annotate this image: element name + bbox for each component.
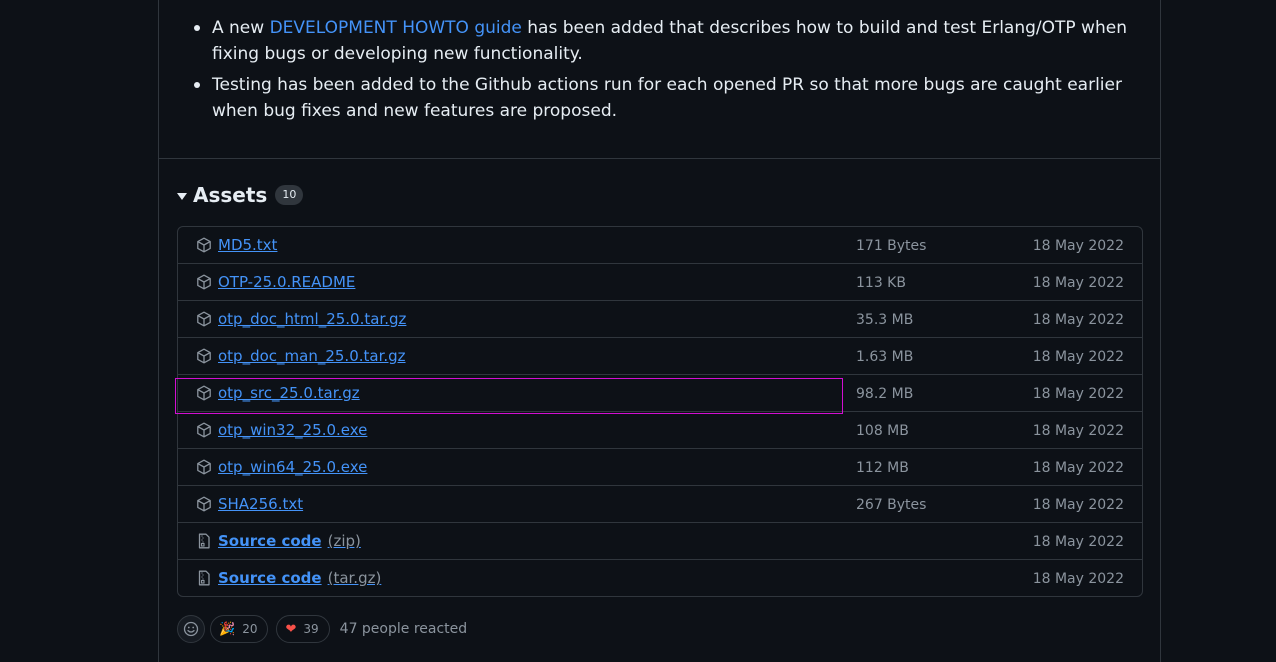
asset-row: otp_doc_html_25.0.tar.gz 35.3 MB 18 May … <box>178 301 1142 338</box>
asset-date: 18 May 2022 <box>1032 238 1124 254</box>
asset-row: SHA256.txt 267 Bytes 18 May 2022 <box>178 486 1142 523</box>
asset-link[interactable]: MD5.txt <box>218 236 277 254</box>
asset-row: otp_win64_25.0.exe 112 MB 18 May 2022 <box>178 449 1142 486</box>
asset-date: 18 May 2022 <box>1032 571 1124 587</box>
asset-date: 18 May 2022 <box>1032 534 1124 550</box>
asset-date: 18 May 2022 <box>1032 497 1124 513</box>
assets-toggle[interactable]: Assets 10 <box>177 180 304 210</box>
asset-size: 98.2 MB <box>856 386 914 402</box>
package-icon <box>197 459 211 475</box>
package-icon <box>197 237 211 253</box>
asset-row: otp_src_25.0.tar.gz 98.2 MB 18 May 2022 <box>178 375 1142 412</box>
source-code-label: Source code <box>218 569 322 587</box>
reaction-heart-button[interactable]: ❤ 39 <box>276 615 330 643</box>
asset-row: OTP-25.0.README 113 KB 18 May 2022 <box>178 264 1142 301</box>
asset-size: 1.63 MB <box>856 349 914 365</box>
asset-row: Source code (tar.gz) 18 May 2022 <box>178 560 1142 596</box>
asset-link[interactable]: otp_win32_25.0.exe <box>218 421 367 439</box>
package-icon <box>197 348 211 364</box>
asset-size: 35.3 MB <box>856 312 914 328</box>
reaction-count: 20 <box>242 622 258 636</box>
development-howto-link[interactable]: DEVELOPMENT HOWTO guide <box>270 18 522 38</box>
notes-text: A new <box>212 18 270 38</box>
reactions-bar: 🎉 20 ❤ 39 47 people reacted <box>177 615 467 643</box>
asset-date: 18 May 2022 <box>1032 349 1124 365</box>
smiley-icon <box>183 621 199 637</box>
assets-count-badge: 10 <box>275 185 304 205</box>
asset-date: 18 May 2022 <box>1032 386 1124 402</box>
notes-item: A new DEVELOPMENT HOWTO guide has been a… <box>194 15 1152 67</box>
release-card: A new DEVELOPMENT HOWTO guide has been a… <box>158 0 1161 662</box>
asset-size: 267 Bytes <box>856 497 927 513</box>
source-code-zip-link[interactable]: Source code (zip) <box>218 532 361 550</box>
source-code-format: (tar.gz) <box>327 569 382 587</box>
asset-link[interactable]: otp_win64_25.0.exe <box>218 458 367 476</box>
asset-link[interactable]: otp_doc_man_25.0.tar.gz <box>218 347 406 365</box>
file-zip-icon <box>198 570 210 586</box>
assets-list: MD5.txt 171 Bytes 18 May 2022 OTP-25.0.R… <box>177 226 1143 597</box>
package-icon <box>197 422 211 438</box>
asset-date: 18 May 2022 <box>1032 460 1124 476</box>
asset-row: otp_win32_25.0.exe 108 MB 18 May 2022 <box>178 412 1142 449</box>
heart-icon: ❤ <box>285 621 297 637</box>
asset-row: otp_doc_man_25.0.tar.gz 1.63 MB 18 May 2… <box>178 338 1142 375</box>
asset-size: 113 KB <box>856 275 906 291</box>
asset-row: MD5.txt 171 Bytes 18 May 2022 <box>178 227 1142 264</box>
package-icon <box>197 496 211 512</box>
release-notes: A new DEVELOPMENT HOWTO guide has been a… <box>159 0 1160 159</box>
asset-size: 171 Bytes <box>856 238 927 254</box>
asset-date: 18 May 2022 <box>1032 275 1124 291</box>
tada-icon: 🎉 <box>219 621 236 637</box>
assets-title: Assets <box>193 183 268 207</box>
source-code-targz-link[interactable]: Source code (tar.gz) <box>218 569 381 587</box>
source-code-format: (zip) <box>327 532 361 550</box>
package-icon <box>197 311 211 327</box>
asset-size: 108 MB <box>856 423 909 439</box>
reaction-count: 39 <box>303 622 319 636</box>
caret-down-icon <box>177 192 187 200</box>
reactions-summary: 47 people reacted <box>339 621 468 637</box>
asset-size: 112 MB <box>856 460 909 476</box>
asset-link[interactable]: otp_doc_html_25.0.tar.gz <box>218 310 406 328</box>
notes-item: Testing has been added to the Github act… <box>194 72 1152 124</box>
asset-date: 18 May 2022 <box>1032 312 1124 328</box>
reaction-hooray-button[interactable]: 🎉 20 <box>210 615 269 643</box>
add-reaction-button[interactable] <box>177 615 205 643</box>
asset-date: 18 May 2022 <box>1032 423 1124 439</box>
package-icon <box>197 274 211 290</box>
asset-link[interactable]: otp_src_25.0.tar.gz <box>218 384 360 402</box>
asset-link[interactable]: OTP-25.0.README <box>218 273 355 291</box>
asset-link[interactable]: SHA256.txt <box>218 495 303 513</box>
asset-row: Source code (zip) 18 May 2022 <box>178 523 1142 560</box>
package-icon <box>197 385 211 401</box>
source-code-label: Source code <box>218 532 322 550</box>
file-zip-icon <box>198 533 210 549</box>
